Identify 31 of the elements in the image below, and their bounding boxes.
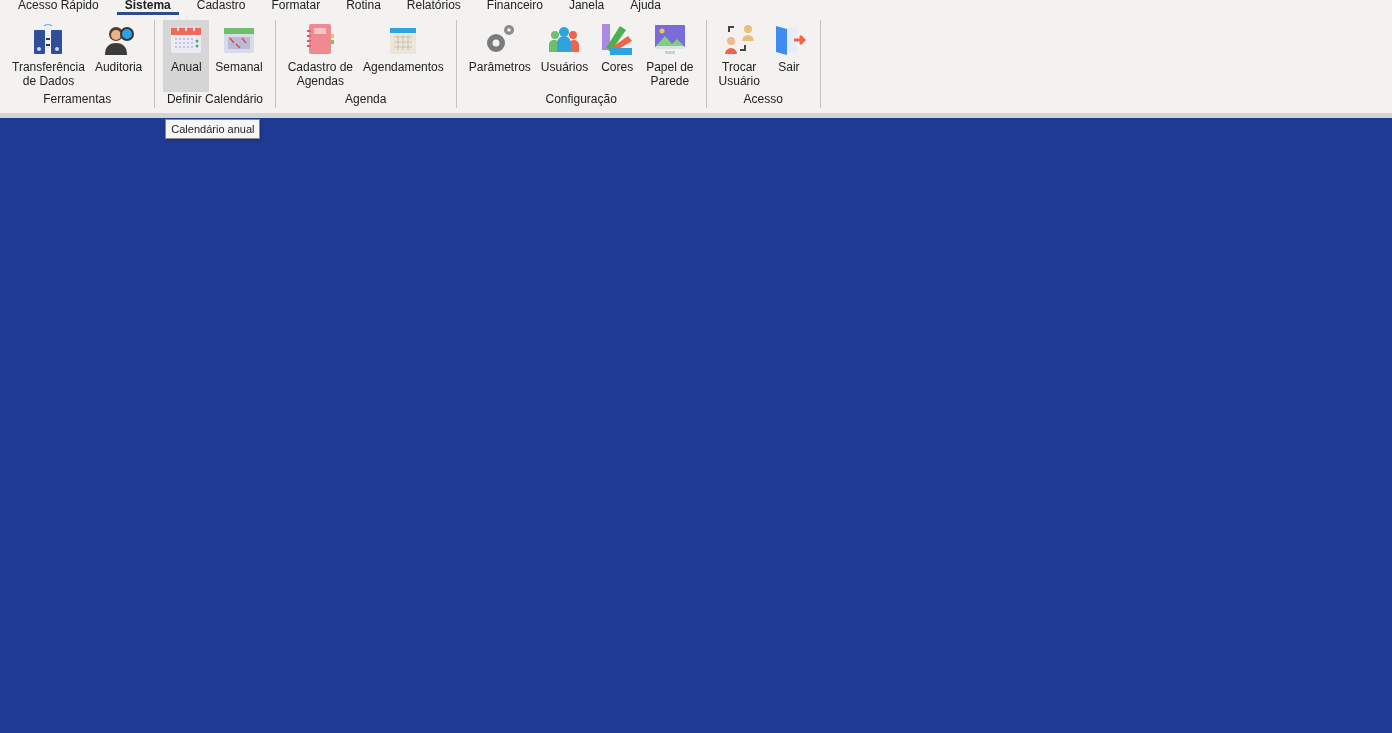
ribbon-button[interactable]: Papel de Parede: [642, 20, 698, 92]
ribbon-button[interactable]: Sair: [765, 20, 812, 92]
menu-tab[interactable]: Rotina: [338, 0, 389, 15]
swap-users-icon: [722, 22, 757, 56]
ribbon-button[interactable]: Usuários: [536, 20, 593, 92]
ribbon-button[interactable]: Anual: [163, 20, 210, 92]
tooltip: Calendário anual: [165, 119, 261, 139]
group-label: Definir Calendário: [166, 92, 263, 108]
menu-tab[interactable]: Relatórios: [398, 0, 469, 15]
menu-tab[interactable]: Sistema: [116, 0, 179, 15]
group-label: Ferramentas: [43, 92, 112, 108]
menu-tab[interactable]: Acesso Rápido: [10, 0, 107, 15]
calendar-icon: [169, 22, 204, 56]
ribbon-button[interactable]: Trocar Usuário: [714, 20, 764, 92]
color-swatches-icon: [600, 22, 635, 56]
menu-tab[interactable]: Ajuda: [622, 0, 669, 15]
ribbon-button[interactable]: Cadastro de Agendas: [283, 20, 358, 92]
ribbon-button[interactable]: Transferência de Dados: [8, 20, 89, 92]
ribbon-button[interactable]: Parâmetros: [464, 20, 535, 92]
menu-tab[interactable]: Janela: [560, 0, 613, 15]
menu-tab[interactable]: Financeiro: [478, 0, 551, 15]
ribbon-button[interactable]: Auditoria: [90, 20, 147, 92]
menu-tab[interactable]: Cadastro: [188, 0, 254, 15]
monitor-landscape-icon: [652, 22, 687, 56]
group-label: Configuração: [545, 92, 617, 108]
group-label: Agenda: [345, 92, 387, 108]
menu-tab[interactable]: Formatar: [263, 0, 329, 15]
ribbon-button[interactable]: Semanal: [211, 20, 267, 92]
ribbon-button[interactable]: Agendamentos: [359, 20, 448, 92]
ribbon-button[interactable]: Cores: [594, 20, 641, 92]
group-label: Acesso: [743, 92, 783, 108]
